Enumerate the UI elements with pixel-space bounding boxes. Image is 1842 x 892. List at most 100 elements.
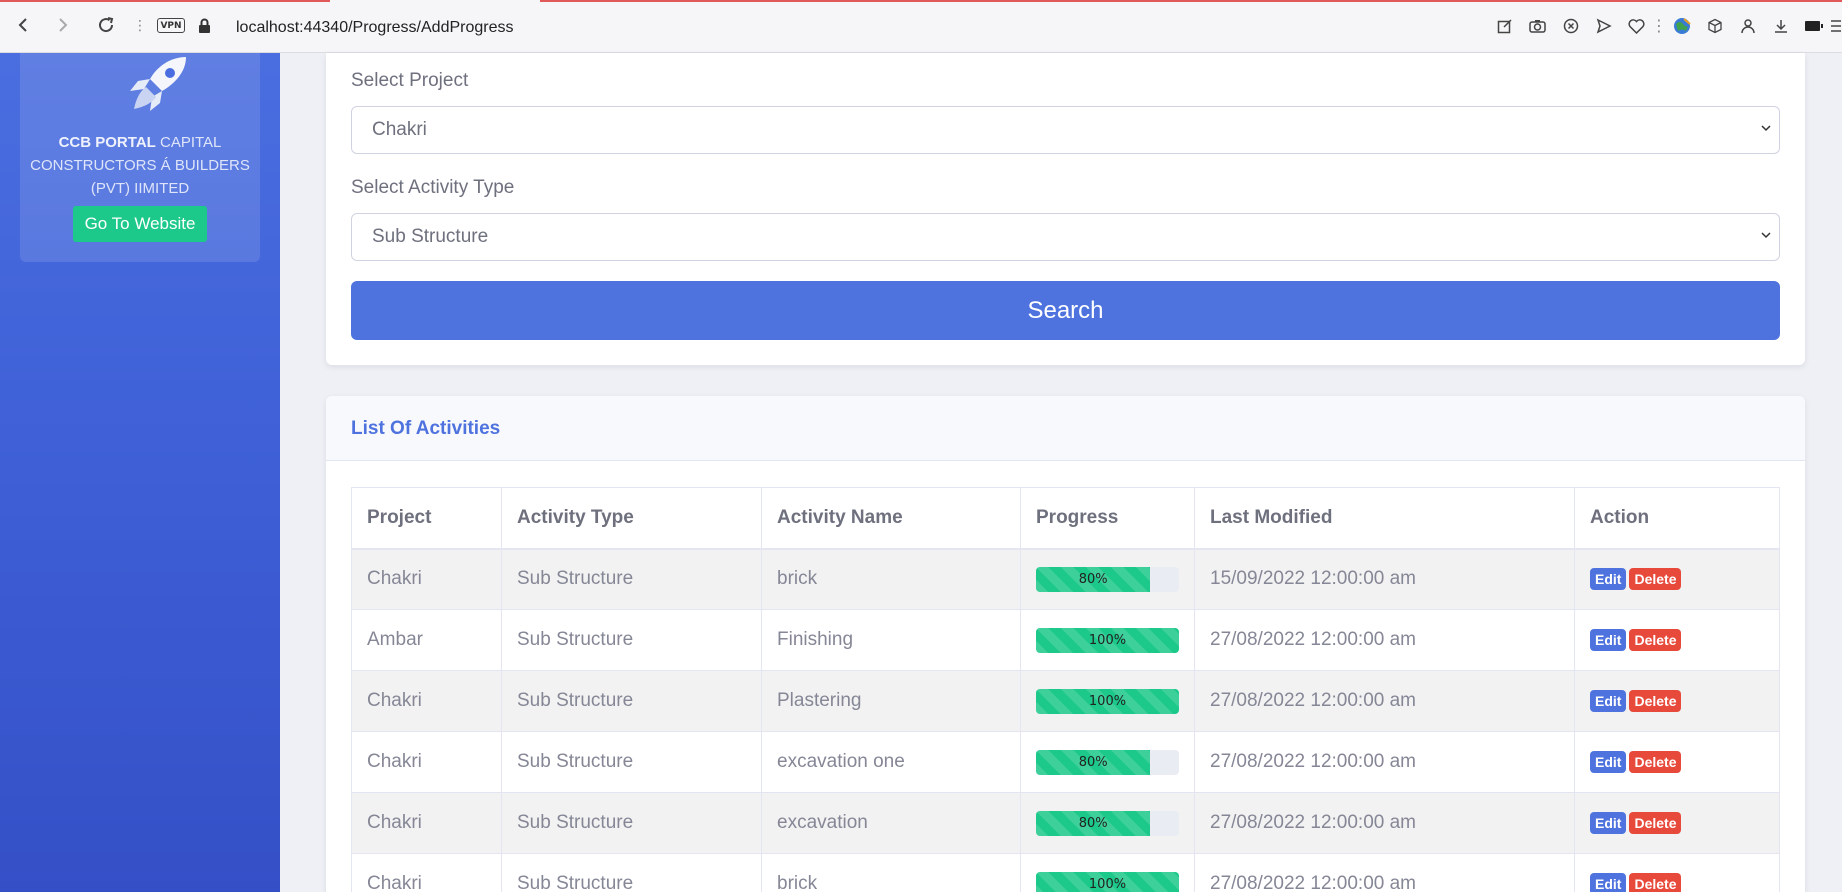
progress-fill: 80% [1036,566,1151,592]
back-icon[interactable] [12,14,34,36]
cell-progress: 100% [1020,853,1195,892]
send-icon[interactable] [1587,14,1620,38]
cell-action: Edit Delete [1574,731,1780,793]
cell-project: Chakri [351,670,502,732]
cell-progress: 80% [1020,548,1195,610]
card-header: List Of Activities [326,396,1805,461]
progress-bar: 100% [1036,871,1179,892]
delete-button[interactable]: Delete [1629,568,1682,591]
download-icon[interactable] [1764,14,1797,38]
activity-type-label: Select Activity Type [351,177,515,198]
brand-name: CCB PORTAL [58,134,156,151]
column-header-activity-type[interactable]: Activity Type [501,487,762,550]
browser-extensions: ⋮ [1488,14,1842,38]
go-to-website-button[interactable]: Go To Website [73,206,207,242]
search-button[interactable]: Search [351,281,1780,340]
edit-page-icon[interactable] [1488,14,1521,38]
chevron-down-icon [1761,123,1771,135]
cell-progress: 80% [1020,731,1195,793]
list-title: List Of Activities [351,418,501,439]
cell-action: Edit Delete [1574,853,1780,892]
edit-button[interactable]: Edit [1590,629,1627,651]
camera-icon[interactable] [1521,14,1554,38]
progress-fill: 100% [1036,627,1179,653]
cell-activity-type: Sub Structure [501,609,762,671]
address-bar[interactable]: localhost:44340/Progress/AddProgress [236,19,514,37]
sidebar-brand-text: CCB PORTAL CAPITAL CONSTRUCTORS Á BUILDE… [30,131,250,200]
project-select[interactable]: Chakri [351,106,1780,154]
reload-icon[interactable] [95,14,117,36]
progress-bar: 80% [1036,810,1179,836]
progress-fill: 100% [1036,688,1179,714]
lock-icon[interactable] [198,18,211,39]
menu-icon[interactable] [1830,14,1842,38]
delete-button[interactable]: Delete [1629,812,1682,834]
table-row: Chakri Sub Structure excavation 80% 27/0… [351,792,1780,854]
forward-icon[interactable] [52,14,74,36]
cell-activity-name: Plastering [761,670,1021,732]
edit-button[interactable]: Edit [1590,812,1627,834]
table-header-row: Project Activity Type Activity Name Prog… [351,487,1780,550]
tab-indicator [0,0,330,2]
globe-extension-icon[interactable] [1665,14,1698,38]
cell-action: Edit Delete [1574,792,1780,854]
cell-activity-type: Sub Structure [501,853,762,892]
cell-activity-type: Sub Structure [501,792,762,854]
progress-fill: 100% [1036,871,1179,892]
edit-button[interactable]: Edit [1590,751,1627,773]
column-header-project[interactable]: Project [351,487,502,550]
tab-indicator [540,0,1842,2]
cell-last-modified: 27/08/2022 12:00:00 am [1194,609,1575,671]
cell-activity-type: Sub Structure [501,548,762,610]
column-header-last-modified[interactable]: Last Modified [1194,487,1575,550]
cell-last-modified: 15/09/2022 12:00:00 am [1194,548,1575,610]
cell-activity-name: excavation one [761,731,1021,793]
table-row: Chakri Sub Structure brick 80% 15/09/202… [351,548,1780,610]
progress-bar: 80% [1036,566,1179,592]
separator-icon: ⋮ [133,17,147,33]
cell-progress: 100% [1020,609,1195,671]
delete-button[interactable]: Delete [1629,629,1682,651]
sidebar-promo-card: CCB PORTAL CAPITAL CONSTRUCTORS Á BUILDE… [20,53,260,262]
column-header-progress[interactable]: Progress [1020,487,1195,550]
activities-table: Project Activity Type Activity Name Prog… [351,487,1780,892]
cube-icon[interactable] [1698,14,1731,38]
edit-button[interactable]: Edit [1590,873,1627,892]
profile-icon[interactable] [1731,14,1764,38]
edit-button[interactable]: Edit [1590,568,1627,591]
vpn-icon[interactable]: VPN [157,18,185,33]
cell-project: Ambar [351,609,502,671]
cell-action: Edit Delete [1574,548,1780,610]
progress-bar: 100% [1036,688,1179,714]
cell-progress: 100% [1020,670,1195,732]
activities-list-card: List Of Activities Project Activity Type… [326,396,1805,892]
browser-toolbar: ⋮ VPN localhost:44340/Progress/AddProgre… [0,0,1842,53]
block-icon[interactable] [1554,14,1587,38]
progress-bar: 100% [1036,627,1179,653]
delete-button[interactable]: Delete [1629,690,1682,712]
cell-activity-name: brick [761,853,1021,892]
cell-project: Chakri [351,853,502,892]
edit-button[interactable]: Edit [1590,690,1627,712]
cell-activity-name: excavation [761,792,1021,854]
delete-button[interactable]: Delete [1629,873,1682,892]
delete-button[interactable]: Delete [1629,751,1682,773]
heart-icon[interactable] [1620,14,1653,38]
separator-icon: ⋮ [1651,18,1667,35]
cell-action: Edit Delete [1574,670,1780,732]
column-header-action[interactable]: Action [1574,487,1780,550]
chevron-down-icon [1761,230,1771,242]
search-form-card: Select Project Chakri Select Activity Ty… [326,53,1805,365]
cell-activity-name: Finishing [761,609,1021,671]
cell-project: Chakri [351,792,502,854]
rocket-icon [124,53,192,124]
project-select-value: Chakri [372,119,427,140]
cell-progress: 80% [1020,792,1195,854]
battery-icon[interactable] [1797,14,1830,38]
sidebar: CCB PORTAL CAPITAL CONSTRUCTORS Á BUILDE… [0,53,280,892]
column-header-activity-name[interactable]: Activity Name [761,487,1021,550]
cell-last-modified: 27/08/2022 12:00:00 am [1194,792,1575,854]
cell-last-modified: 27/08/2022 12:00:00 am [1194,731,1575,793]
table-row: Ambar Sub Structure Finishing 100% 27/08… [351,609,1780,671]
activity-type-select[interactable]: Sub Structure [351,213,1780,261]
